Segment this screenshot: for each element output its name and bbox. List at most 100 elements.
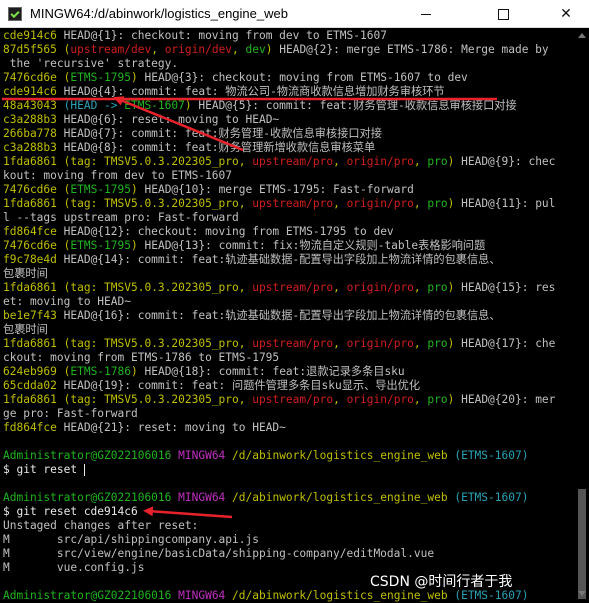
terminal-text-segment: M vue.config.js [3,561,145,574]
terminal-text-segment: HEAD@{11}: pul [454,197,556,210]
terminal-text-segment: pro [427,281,448,294]
terminal-text-segment: (ETMS-1607) [454,491,529,504]
terminal-text-segment: MINGW64 [178,449,226,462]
terminal-text-segment: HEAD@{8}: commit: feat:财务管理新增收款信息审核菜单 [56,141,376,154]
terminal-text-segment: fd864fce [3,421,57,434]
terminal-text-segment: , [238,281,253,294]
terminal-text-segment: l --tags upstream pro: Fast-forward [3,211,239,224]
terminal-line: 7476cd6e (ETMS-1795) HEAD@{13}: commit: … [3,239,575,253]
scroll-up-arrow-icon[interactable] [578,33,586,38]
terminal-text-segment: f9c78e4d [3,253,57,266]
terminal-text-segment: origin/pro [346,393,414,406]
terminal-text-segment: c3a288b3 [3,141,57,154]
terminal-text-segment: tag: TMSV5.0.3.202305_pro [70,393,239,406]
terminal-text-segment: HEAD@{15}: res [454,281,556,294]
terminal-text-segment: HEAD@{21}: reset: moving to HEAD~ [56,421,286,434]
terminal-text-segment: ) [131,239,138,252]
terminal-text-segment: Administrator@GZ022106016 [3,589,172,602]
terminal-text-segment: origin/pro [346,281,414,294]
terminal-text-segment: et: moving to HEAD~ [3,295,131,308]
terminal-line: kout: moving from dev to ETMS-1607 [3,169,575,183]
terminal-line: M src/view/engine/basicData/shipping-com… [3,547,575,561]
terminal-scrollbar[interactable] [575,29,589,603]
terminal-line: 1fda6861 (tag: TMSV5.0.3.202305_pro, ups… [3,393,575,407]
terminal-text-segment: pro [427,155,448,168]
scroll-down-arrow-icon[interactable] [578,591,586,596]
terminal-text-segment: tag: TMSV5.0.3.202305_pro [70,337,239,350]
terminal-text-segment: HEAD@{20}: mer [454,393,556,406]
terminal-text-segment: HEAD@{3}: checkout: moving from ETMS-160… [137,71,468,84]
terminal-text-segment: pro [427,337,448,350]
terminal-text-segment: ) [131,183,138,196]
terminal-text-segment: 1fda6861 [3,197,64,210]
terminal-text-segment: ETMS-1795 [70,183,131,196]
terminal-text-segment: ) [265,43,273,56]
terminal-line: Unstaged changes after reset: [3,519,575,533]
terminal-text-segment: HEAD@{19}: commit: feat: 问题件管理多条目sku显示、导… [56,379,421,392]
terminal-text-segment: 1fda6861 [3,393,64,406]
minimize-icon [421,13,431,15]
terminal-text-segment: HEAD@{10}: merge ETMS-1795: Fast-forward [137,183,414,196]
terminal-text-segment: , [238,155,253,168]
terminal-text-segment: Administrator@GZ022106016 [3,491,172,504]
terminal-output[interactable]: cde914c6 HEAD@{1}: checkout: moving from… [3,29,575,603]
terminal-text-segment: fd864fce [3,225,57,238]
terminal-text-segment: 65cdda02 [3,379,57,392]
terminal-text-segment: HEAD@{14}: commit: feat:轨迹基础数据-配置导出字段加上物… [56,253,501,266]
terminal-line: $ git reset cde914c6 [3,505,575,519]
terminal-text-segment: tag: TMSV5.0.3.202305_pro [70,281,239,294]
terminal-text-segment: $ git reset [3,463,84,476]
terminal-text-segment: dev [245,43,266,56]
terminal-text-segment: c3a288b3 [3,113,57,126]
terminal-line: cde914c6 HEAD@{1}: checkout: moving from… [3,29,575,43]
close-button[interactable]: ✕ [543,0,589,28]
terminal-line: ge pro: Fast-forward [3,407,575,421]
terminal-text-segment: (ETMS-1607) [454,449,529,462]
terminal-text-segment: , [238,197,253,210]
terminal-text-segment: 1fda6861 [3,281,64,294]
terminal-text-segment: upstream/pro [252,197,334,210]
terminal-text-segment: HEAD@{4}: commit: feat: 物流公司-物流商收款信息增加财务… [56,85,445,98]
terminal-line: 包裹时间 [3,267,575,281]
terminal-line: be1e7f43 HEAD@{16}: commit: feat:轨迹基础数据-… [3,309,575,323]
terminal-text-segment: kout: moving from dev to ETMS-1607 [3,169,233,182]
terminal-text-segment: origin/pro [346,155,414,168]
terminal-line: et: moving to HEAD~ [3,295,575,309]
terminal-text-segment: HEAD@{17}: che [454,337,556,350]
terminal-text-segment: , [413,197,428,210]
terminal-line: 65cdda02 HEAD@{19}: commit: feat: 问题件管理多… [3,379,575,393]
terminal-text-segment: ckout: moving from ETMS-1786 to ETMS-179… [3,351,280,364]
minimize-button[interactable] [403,0,449,28]
terminal-line: ckout: moving from ETMS-1786 to ETMS-179… [3,351,575,365]
terminal-text-segment: ge pro: Fast-forward [3,407,138,420]
terminal-text-segment: , [413,281,428,294]
terminal-text-segment: be1e7f43 [3,309,57,322]
terminal-line: 48a43043 (HEAD -> ETMS-1607) HEAD@{5}: c… [3,99,575,113]
terminal-text-segment: origin/pro [346,337,414,350]
scrollbar-thumb[interactable] [578,489,586,599]
terminal-text-segment: 1fda6861 [3,155,64,168]
terminal-text-segment: HEAD@{16}: commit: feat:轨迹基础数据-配置导出字段加上物… [56,309,501,322]
terminal-text-segment: , [333,337,347,350]
terminal-text-segment: upstream/pro [252,155,334,168]
terminal-text-segment: pro [427,393,448,406]
terminal-text-segment: 7476cd6e [3,71,64,84]
terminal-line: 1fda6861 (tag: TMSV5.0.3.202305_pro, ups… [3,155,575,169]
terminal-text-segment: HEAD@{2}: merge ETMS-1786: Merge made by [272,43,549,56]
terminal-line: 7476cd6e (ETMS-1795) HEAD@{3}: checkout:… [3,71,575,85]
terminal-text-segment: 87d5f565 [3,43,64,56]
maximize-button[interactable] [480,0,526,28]
window-title: MINGW64:/d/abinwork/logistics_engine_web [30,6,288,21]
terminal-text-segment: , [151,43,165,56]
terminal-text-segment: $ git reset cde914c6 [3,505,138,518]
terminal-text-segment: 266ba778 [3,127,57,140]
terminal-text-segment: HEAD@{7}: commit: feat:财务管理-收款信息审核接口对接 [56,127,382,140]
terminal-text-segment: , [333,393,347,406]
terminal-text-segment: 7476cd6e [3,239,64,252]
terminal-line: 1fda6861 (tag: TMSV5.0.3.202305_pro, ups… [3,281,575,295]
terminal-text-segment: , [232,43,246,56]
terminal-line: 包裹时间 [3,323,575,337]
terminal-text-segment: M src/view/engine/basicData/shipping-com… [3,547,435,560]
